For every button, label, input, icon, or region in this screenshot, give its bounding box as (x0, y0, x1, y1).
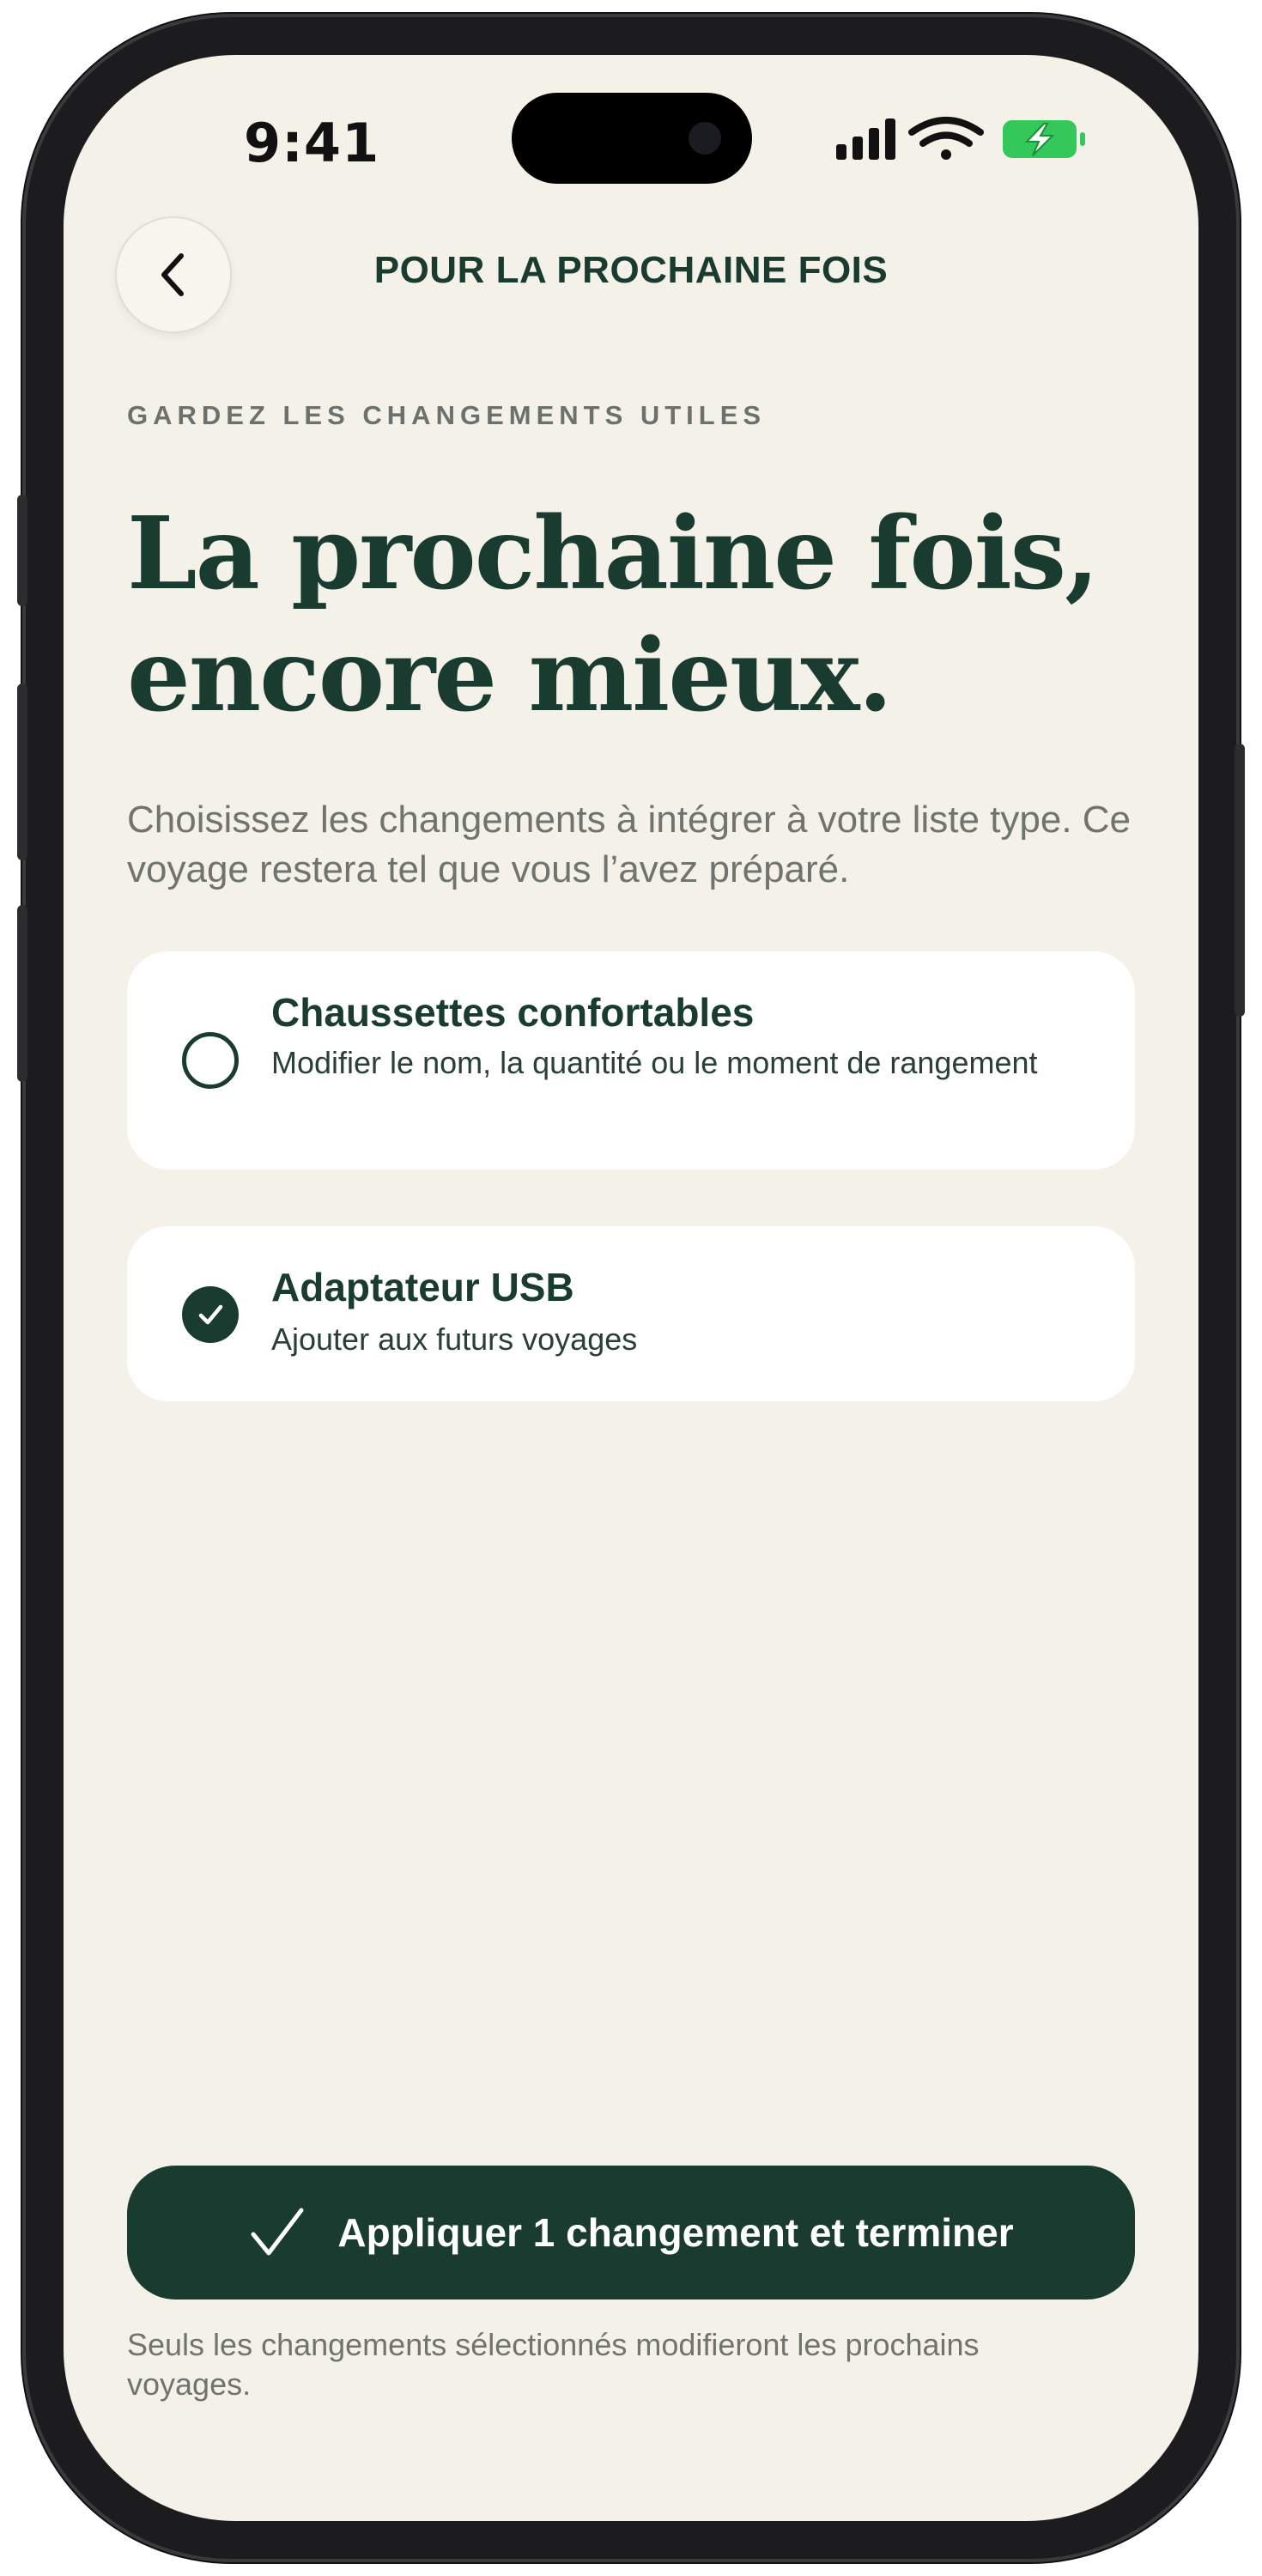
change-title: Adaptateur USB (271, 1265, 574, 1309)
eyebrow-label: GARDEZ LES CHANGEMENTS UTILES (127, 400, 767, 430)
checkmark-icon (251, 2208, 304, 2256)
change-option-usb-adapter[interactable]: Adaptateur USB Ajouter aux futurs voyage… (127, 1226, 1135, 1401)
battery-charging-icon (1003, 120, 1085, 158)
headline-line-1: La prochaine fois, (127, 495, 1099, 612)
footnote: Seuls les changements sélectionnés modif… (127, 2327, 980, 2402)
change-option-socks[interactable]: Chaussettes confortables Modifier le nom… (127, 951, 1135, 1170)
apply-changes-button[interactable]: Appliquer 1 changement et terminer (127, 2166, 1135, 2300)
change-title: Chaussettes confortables (271, 990, 755, 1035)
back-button[interactable] (115, 216, 232, 333)
change-subtitle: Modifier le nom, la quantité ou le momen… (271, 1045, 1038, 1080)
cellular-signal-icon (836, 118, 895, 160)
front-camera (689, 122, 721, 155)
dynamic-island (512, 93, 752, 184)
lead-text: Choisissez les changements à intégrer à … (127, 799, 1132, 890)
wifi-icon (908, 117, 984, 160)
power-button (1235, 744, 1245, 1017)
change-subtitle: Ajouter aux futurs voyages (271, 1321, 638, 1357)
checked-radio[interactable] (182, 1286, 239, 1343)
volume-up-button (17, 683, 27, 860)
app-screen: 9:41 POUR LA PROCHAINE FOIS GARDEZ LES C… (64, 55, 1198, 2521)
status-icons (836, 115, 1111, 167)
chevron-left-icon (161, 253, 184, 296)
checkmark-icon (198, 1304, 223, 1325)
volume-down-button (17, 905, 27, 1082)
headline: La prochaine fois, encore mieux. (127, 493, 1140, 737)
unchecked-radio[interactable] (182, 1032, 239, 1089)
page-title: POUR LA PROCHAINE FOIS (373, 249, 889, 291)
action-button (17, 495, 27, 606)
headline-line-2: encore mieux. (127, 617, 893, 734)
apply-button-label: Appliquer 1 changement et terminer (337, 2210, 1014, 2255)
status-time: 9:41 (244, 112, 380, 174)
